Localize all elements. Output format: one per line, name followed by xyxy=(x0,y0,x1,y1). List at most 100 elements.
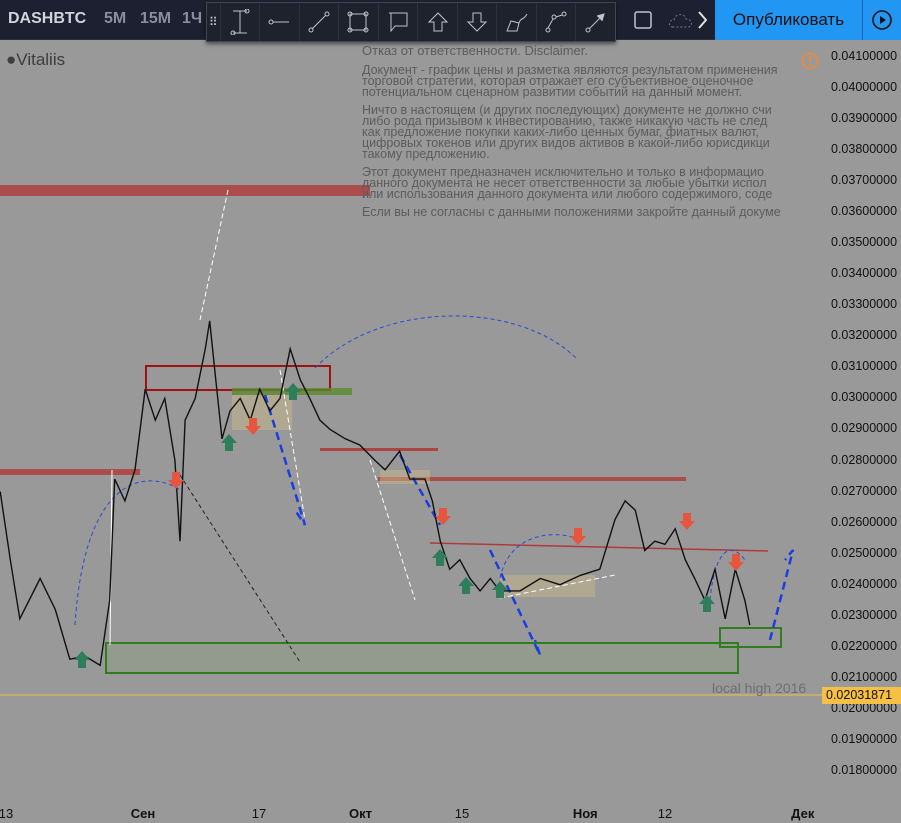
arrow-down-icon xyxy=(466,12,488,32)
arrow-up-icon xyxy=(427,12,448,32)
line: или использования данного документа или … xyxy=(362,187,773,201)
disclaimer-paragraph: Документ - график цены и разметка являют… xyxy=(362,64,824,99)
sell-arrow-icon[interactable] xyxy=(168,472,184,489)
resistance-box[interactable] xyxy=(145,365,331,391)
arrow-line-icon xyxy=(585,13,605,33)
drawing-toolbar: ⠿ xyxy=(206,2,616,42)
play-icon xyxy=(872,10,892,30)
annotation-local-high: local high 2016 xyxy=(712,680,807,696)
resistance-zone-top[interactable] xyxy=(0,185,370,196)
resistance-line-mid[interactable] xyxy=(320,448,438,451)
trend-line-icon xyxy=(308,11,330,33)
last-price-tag: 0.02031871 xyxy=(822,687,901,704)
signal-arrows xyxy=(74,383,744,668)
x-tick-label: Окт xyxy=(349,806,372,821)
disclaimer-title: Отказ от ответственности. Disclaimer. xyxy=(362,45,589,58)
resistance-thin-line[interactable] xyxy=(429,542,769,552)
y-tick-label: 0.03000000 xyxy=(831,390,898,405)
y-tick-label: 0.03100000 xyxy=(831,359,898,374)
disclaimer-paragraph: Этот документ предназначен исключительно… xyxy=(362,166,824,201)
callout-tool[interactable] xyxy=(377,3,418,41)
y-tick-label: 0.01900000 xyxy=(831,731,898,746)
sell-arrow-icon[interactable] xyxy=(570,528,586,545)
y-tick-label: 0.03500000 xyxy=(831,235,898,250)
path-icon xyxy=(545,11,567,33)
projection-line xyxy=(179,474,301,663)
interval-1h[interactable]: 1Ч xyxy=(182,10,202,28)
y-tick-label: 0.03900000 xyxy=(831,111,898,126)
forecast-arc xyxy=(314,315,579,369)
cross-line-tool[interactable] xyxy=(219,3,260,41)
disclaimer-paragraph: Если вы не согласны с данными положениям… xyxy=(362,205,781,219)
trend-line-tool[interactable] xyxy=(298,3,339,41)
sell-arrow-icon[interactable] xyxy=(435,508,451,525)
y-tick-label: 0.02800000 xyxy=(831,452,898,467)
y-tick-label: 0.02600000 xyxy=(831,514,898,529)
trend-line-white xyxy=(199,189,229,321)
warning-icon[interactable] xyxy=(801,52,819,70)
forecast-arc xyxy=(499,534,581,579)
callout-icon xyxy=(389,12,408,33)
drag-handle-icon[interactable]: ⠿ xyxy=(207,15,220,29)
expand-button[interactable] xyxy=(690,2,714,38)
y-tick-label: 0.03300000 xyxy=(831,297,898,312)
drawings xyxy=(0,185,822,696)
arrow-up-tool[interactable] xyxy=(417,3,457,41)
price-series-line xyxy=(0,320,751,667)
rectangle-tool[interactable] xyxy=(338,3,378,41)
x-tick-label: Ноя xyxy=(572,806,598,821)
buy-arrow-icon[interactable] xyxy=(74,651,90,668)
consolidation-zone xyxy=(380,470,430,484)
x-tick-label: 13 xyxy=(0,806,14,821)
y-tick-label: 0.02100000 xyxy=(831,669,898,684)
y-tick-label: 0.02400000 xyxy=(831,576,898,591)
y-tick-label: 0.02700000 xyxy=(831,483,898,498)
y-tick-label: 0.02300000 xyxy=(831,607,898,622)
forecast-path xyxy=(398,454,442,526)
y-tick-label: 0.02500000 xyxy=(831,545,898,560)
brush-icon xyxy=(505,13,528,32)
rectangle-icon xyxy=(347,11,369,33)
arrow-down-tool[interactable] xyxy=(456,3,497,41)
buy-arrow-icon[interactable] xyxy=(432,549,448,566)
y-tick-label: 0.03800000 xyxy=(831,142,898,157)
cross-line-icon xyxy=(230,9,250,35)
buy-arrow-icon[interactable] xyxy=(699,595,715,612)
forecast-path xyxy=(768,549,795,641)
y-tick-label: 0.01800000 xyxy=(831,762,898,777)
x-tick-label: 15 xyxy=(454,806,470,821)
y-tick-label: 0.03700000 xyxy=(831,173,898,188)
brush-tool[interactable] xyxy=(496,3,536,41)
x-tick-label: Сен xyxy=(130,806,156,821)
support-box-large[interactable] xyxy=(105,642,739,674)
arrow-line-tool[interactable] xyxy=(575,3,615,41)
forecast-path xyxy=(488,549,542,656)
disclaimer-paragraph: Ничто в настоящем (и других последующих)… xyxy=(362,104,824,161)
path-tool[interactable] xyxy=(535,3,576,41)
y-tick-label: 0.03600000 xyxy=(831,204,898,219)
user-icon: ● xyxy=(6,50,17,69)
sell-arrow-icon[interactable] xyxy=(679,513,695,530)
horizontal-ray-tool[interactable] xyxy=(259,3,299,41)
line: такому предложению. xyxy=(362,147,490,161)
author-name: Vitaliis xyxy=(16,50,66,69)
interval-15m[interactable]: 15М xyxy=(140,10,171,28)
author-label[interactable]: ●Vitaliis xyxy=(6,50,65,70)
symbol-label[interactable]: DASHBTC xyxy=(8,10,86,28)
x-tick-label: Дек xyxy=(791,806,815,821)
chevron-right-icon xyxy=(698,11,708,29)
publish-button[interactable]: Опубликовать xyxy=(715,0,862,40)
x-tick-label: 17 xyxy=(251,806,267,821)
play-button[interactable] xyxy=(862,0,901,40)
forecast-arc xyxy=(74,480,181,626)
square-icon xyxy=(634,11,652,29)
y-tick-label: 0.02900000 xyxy=(831,421,898,436)
horizontal-ray-icon xyxy=(268,19,290,25)
y-tick-label: 0.02200000 xyxy=(831,638,898,653)
buy-arrow-icon[interactable] xyxy=(221,434,237,451)
y-tick-label: 0.04100000 xyxy=(831,49,898,63)
y-tick-label: 0.03200000 xyxy=(831,328,898,343)
rectangle-toggle-button[interactable] xyxy=(624,2,662,38)
interval-5m[interactable]: 5М xyxy=(104,10,126,28)
resistance-line-left[interactable] xyxy=(0,469,140,475)
